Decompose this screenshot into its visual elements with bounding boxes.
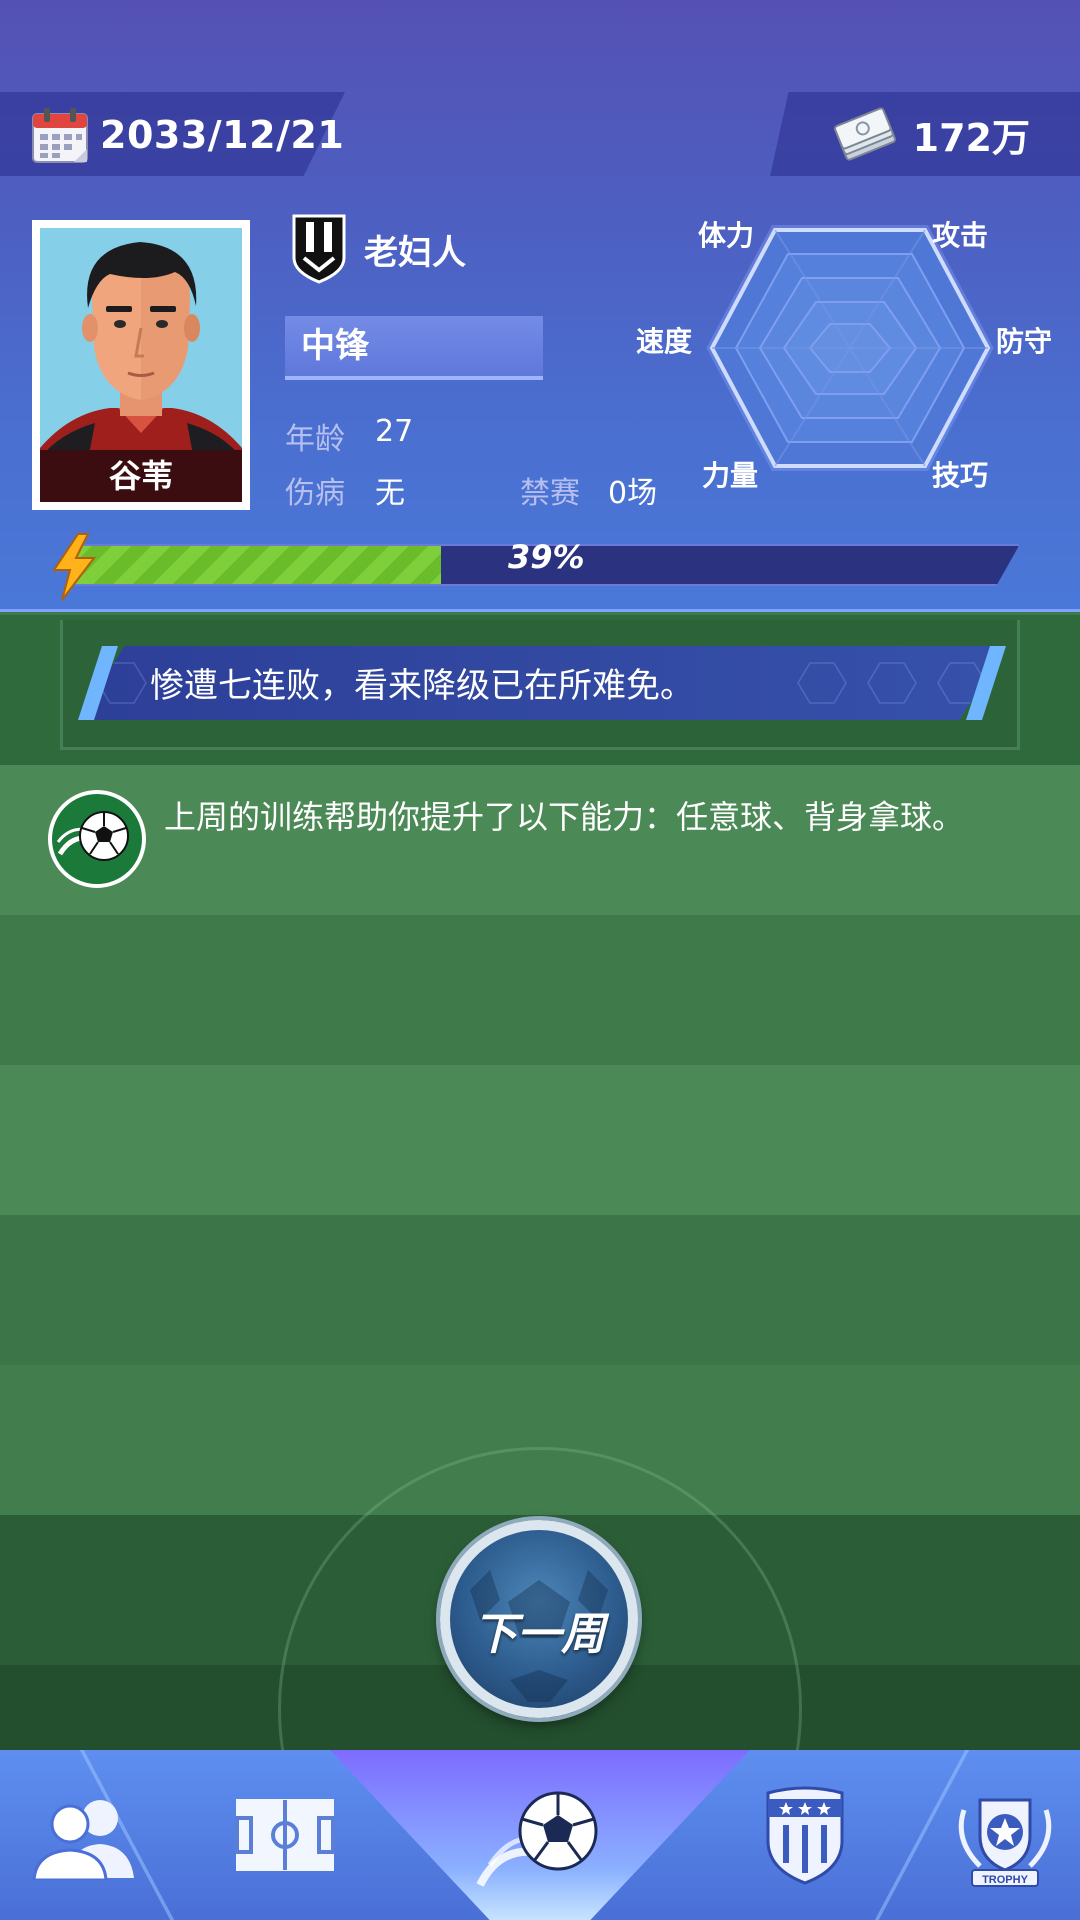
date-display: 2033/12/21 <box>30 106 344 164</box>
nav-players[interactable] <box>10 1750 160 1920</box>
pitch-icon <box>235 1799 335 1871</box>
nav-club[interactable] <box>730 1750 880 1920</box>
lightning-icon <box>52 533 97 601</box>
player-header: 2033/12/21 172万 谷苇 老妇人 中锋 年龄 27 伤病 无 禁赛 … <box>0 0 1080 612</box>
match-ball-icon <box>476 1791 598 1887</box>
soccer-ball-icon <box>56 811 129 861</box>
current-date: 2033/12/21 <box>100 113 345 157</box>
suspension-label: 禁赛 <box>520 476 580 511</box>
team-row: 老妇人 <box>292 214 466 284</box>
nav-tactics[interactable] <box>210 1750 360 1920</box>
injury-label: 伤病 <box>285 476 345 511</box>
cash-icon <box>833 107 896 161</box>
progress-label: 39% <box>508 538 585 576</box>
team-name: 老妇人 <box>364 232 466 273</box>
team-crest-icon <box>292 214 346 284</box>
bottom-navigation: TROPHY <box>0 1750 1080 1920</box>
nav-match[interactable] <box>465 1750 615 1920</box>
injury-value: 无 <box>375 476 405 511</box>
club-badge-icon <box>766 1786 844 1885</box>
money-display: 172万 <box>833 106 1030 162</box>
radar-label-technique: 技巧 <box>932 459 989 492</box>
next-week-label: 下一周 <box>473 1609 605 1660</box>
training-message: 上周的训练帮助你提升了以下能力：任意球、背身拿球。 <box>164 798 965 836</box>
trophy-label: TROPHY <box>982 1874 1029 1886</box>
player-portrait-card[interactable]: 谷苇 <box>32 220 250 510</box>
progress-fill <box>72 546 441 584</box>
energy-progress-bar: 39% <box>48 532 1028 601</box>
radar-label-attack: 攻击 <box>932 219 989 252</box>
radar-label-defense: 防守 <box>996 325 1053 358</box>
position-badge: 中锋 <box>285 316 543 380</box>
news-headline: 惨遭七连败，看来降级已在所难免。 <box>150 666 694 706</box>
radar-label-speed: 速度 <box>636 325 693 358</box>
next-week-button[interactable]: 下一周 <box>440 1520 638 1718</box>
age-label: 年龄 <box>285 422 345 457</box>
training-ball-icon <box>48 790 146 888</box>
radar-label-strength: 力量 <box>702 459 759 492</box>
avatar: 谷苇 <box>40 228 242 502</box>
calendar-icon <box>32 108 88 163</box>
trophy-icon: TROPHY <box>958 1798 1052 1887</box>
nav-trophy[interactable]: TROPHY <box>930 1750 1080 1920</box>
money-amount: 172万 <box>912 115 1030 160</box>
age-value: 27 <box>375 414 414 449</box>
player-name: 谷苇 <box>40 450 242 502</box>
suspension-value: 0场 <box>608 476 658 511</box>
attribute-radar[interactable] <box>700 218 1000 478</box>
radar-label-stamina: 体力 <box>698 219 755 252</box>
players-icon <box>32 1800 134 1880</box>
